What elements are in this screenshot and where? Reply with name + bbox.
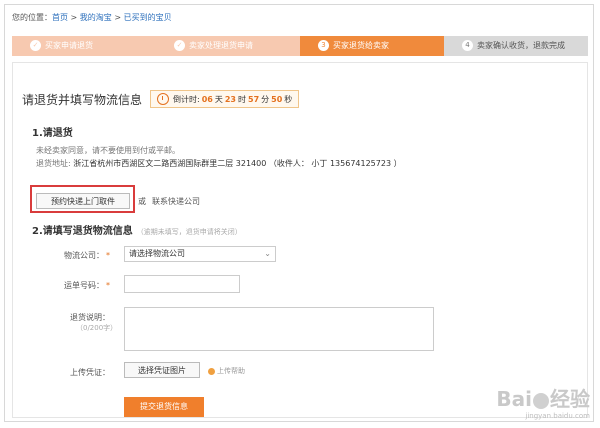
tracking-number-input[interactable] xyxy=(124,275,240,293)
countdown-days: 06 xyxy=(201,94,213,104)
step-label: 买家退货给卖家 xyxy=(333,41,389,50)
required-mark: * xyxy=(106,251,110,260)
watermark-logo-text: Bai xyxy=(496,387,532,411)
breadcrumb-prefix: 您的位置： xyxy=(12,13,52,22)
breadcrumb-bought-items[interactable]: 已买到的宝贝 xyxy=(124,13,172,22)
section-title-return: 1.请退货 xyxy=(32,128,73,139)
breadcrumb-my-taobao[interactable]: 我的淘宝 xyxy=(80,13,112,22)
breadcrumb-home[interactable]: 首页 xyxy=(52,13,68,22)
step-label: 卖家处理退货申请 xyxy=(189,41,253,50)
desc-label: 退货说明： xyxy=(70,313,110,322)
company-label-text: 物流公司： xyxy=(64,251,104,260)
watermark-url: jingyan.baidu.com xyxy=(525,412,590,420)
unit-hour: 时 xyxy=(238,94,246,104)
return-note: 未经卖家同意，请不要使用到付或平邮。 xyxy=(36,146,180,155)
return-form-panel xyxy=(12,62,588,418)
watermark-logo: Bai 经验 xyxy=(496,383,590,412)
countdown: 倒计时: 06 天 23 时 57 分 50 秒 xyxy=(150,90,300,108)
submit-return-button[interactable]: 提交退货信息 xyxy=(124,397,204,417)
step-label: 买家申请退货 xyxy=(45,41,93,50)
step-seller-process: ✓ 卖家处理退货申请 xyxy=(156,36,300,56)
unit-day: 天 xyxy=(214,94,223,104)
section-hint: （逾期未填写，退货申请将关闭） xyxy=(136,228,242,236)
upload-help[interactable]: 上传帮助 xyxy=(208,366,245,376)
schedule-pickup-button[interactable]: 预约快递上门取件 xyxy=(36,193,130,209)
address-label: 退货地址: xyxy=(36,159,71,168)
section-title-logistics: 2.请填写退货物流信息 （逾期未填写，退货申请将关闭） xyxy=(32,222,242,237)
step-number: 4 xyxy=(462,40,473,51)
contact-courier-link[interactable]: 联系快递公司 xyxy=(152,196,200,207)
unit-second: 秒 xyxy=(284,94,293,104)
check-icon: ✓ xyxy=(174,40,185,51)
breadcrumb-sep: > xyxy=(111,13,124,22)
upload-help-text: 上传帮助 xyxy=(217,367,245,375)
step-return-goods: 3 买家退货给卖家 xyxy=(300,36,444,56)
help-icon xyxy=(208,367,215,375)
tracking-label: 运单号码： * xyxy=(60,280,110,291)
step-apply-return: ✓ 买家申请退货 xyxy=(12,36,156,56)
watermark-logo-text2: 经验 xyxy=(550,387,590,411)
countdown-minutes: 57 xyxy=(248,94,260,104)
section-title-text: 2.请填写退货物流信息 xyxy=(32,226,133,237)
logistics-company-select[interactable]: 请选择物流公司 ⌄ xyxy=(124,246,276,262)
page-title: 请退货并填写物流信息 xyxy=(22,92,143,107)
choose-image-button[interactable]: 选择凭证图片 xyxy=(124,362,200,378)
tracking-label-text: 运单号码： xyxy=(64,281,104,290)
or-text: 或 xyxy=(138,197,146,206)
paw-icon xyxy=(533,392,549,409)
header-row: 请退货并填写物流信息 倒计时: 06 天 23 时 57 分 50 秒 xyxy=(22,90,300,108)
countdown-seconds: 50 xyxy=(271,94,283,104)
required-mark: * xyxy=(106,281,110,290)
upload-label: 上传凭证： xyxy=(70,368,110,377)
step-confirm-refund: 4 卖家确认收货，退款完成 xyxy=(444,36,588,56)
return-description-textarea[interactable] xyxy=(124,307,434,351)
select-value: 请选择物流公司 xyxy=(129,249,185,258)
watermark: Bai 经验 jingyan.baidu.com xyxy=(496,383,590,420)
address-value: 浙江省杭州市西湖区文二路西湖国际群里二层 321400 （收件人： 小丁 135… xyxy=(73,159,402,168)
breadcrumb-sep: > xyxy=(68,13,80,22)
desc-char-count: （0/200字） xyxy=(76,324,118,332)
step-label: 卖家确认收货，退款完成 xyxy=(477,41,565,50)
breadcrumb: 您的位置：首页 > 我的淘宝 > 已买到的宝贝 xyxy=(12,12,172,23)
chevron-down-icon: ⌄ xyxy=(264,249,271,258)
check-icon: ✓ xyxy=(30,40,41,51)
countdown-label: 倒计时: xyxy=(173,94,200,104)
step-number: 3 xyxy=(318,40,329,51)
clock-icon xyxy=(157,93,170,105)
return-address: 退货地址: 浙江省杭州市西湖区文二路西湖国际群里二层 321400 （收件人： … xyxy=(36,158,416,170)
countdown-hours: 23 xyxy=(224,94,236,104)
progress-steps: ✓ 买家申请退货 ✓ 卖家处理退货申请 3 买家退货给卖家 4 卖家确认收货，退款完成 xyxy=(12,36,588,56)
company-label: 物流公司： * xyxy=(60,250,110,261)
unit-minute: 分 xyxy=(261,94,270,104)
